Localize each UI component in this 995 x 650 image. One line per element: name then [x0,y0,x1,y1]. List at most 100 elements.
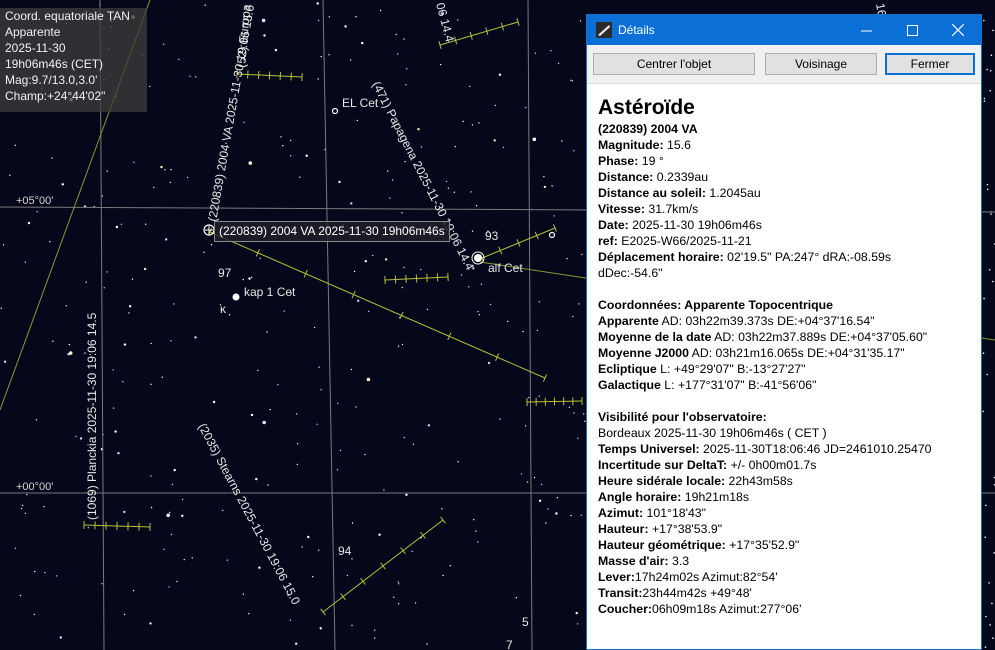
star [573,412,575,414]
star [203,251,205,253]
magnitude-row: Magnitude: 15.6 [598,138,691,152]
star [14,144,17,146]
info-time: 19h06m46s (CET) [5,57,104,71]
star [984,536,986,538]
star [290,139,292,142]
star [368,310,370,312]
star-near-93[interactable] [548,231,556,239]
star [384,258,388,261]
star [447,187,450,189]
va-track-label: (220839) 2004 VA 2025-11-30 19:06 15.6 [205,3,257,222]
azimuth-row: Azimut: 101°18'43" [598,506,707,520]
star [173,303,175,305]
star [561,140,563,142]
star [578,303,580,305]
star [328,16,330,18]
star [336,469,339,471]
maximize-button[interactable] [889,15,935,45]
star [3,360,7,363]
alf-cet-star[interactable] [474,254,482,262]
star [397,53,399,55]
track-tick [340,593,346,601]
star [397,603,400,605]
details-window[interactable]: Détails Centrer l'objet Voisinage Fermer… [586,14,982,650]
star [255,477,258,481]
neighborhood-button[interactable]: Voisinage [765,53,877,75]
star [259,257,261,260]
minimize-button[interactable] [843,15,889,45]
star [328,54,330,56]
star [163,548,165,550]
star [35,419,38,421]
close-window-button[interactable] [935,15,981,45]
star [87,527,90,529]
star [301,546,303,548]
label-93: 93 [485,229,499,243]
star [248,161,253,165]
star [115,225,119,229]
asteroid-marker[interactable] [203,224,215,236]
star [571,80,574,82]
star [242,593,245,595]
star [391,179,394,181]
star [538,301,540,303]
star [478,122,480,124]
star [61,183,64,186]
star [387,170,389,172]
star [473,519,475,521]
geo-altitude-row: Hauteur géométrique: +17°35'52.9" [598,538,800,552]
center-object-button[interactable]: Centrer l'objet [593,53,755,75]
star [274,48,278,52]
star [316,2,319,5]
star [568,406,571,408]
altitude-row: Hauteur: +17°38'53.9" [598,522,723,536]
star [991,602,993,605]
star [79,437,83,440]
star [575,611,578,615]
star [986,373,988,376]
star [355,16,357,18]
track-tick [380,562,386,570]
star [403,266,405,269]
star [989,624,991,626]
transit-row: Transit:23h44m42s +49°48' [598,586,752,600]
star [457,19,459,21]
rise-row: Lever:17h24m02s Azimut:82°54' [598,570,778,584]
star [471,230,474,232]
star [397,345,400,347]
window-titlebar[interactable]: Détails [587,15,981,45]
star [383,489,385,491]
star [168,586,170,588]
track-tick [440,516,446,524]
star [319,627,322,630]
label-97: 97 [218,266,232,280]
el-cet-star[interactable] [331,107,339,115]
star [986,183,989,186]
star [528,396,530,399]
star [161,376,163,378]
star [556,497,559,499]
star [489,303,492,306]
star [191,557,193,559]
star [551,185,553,187]
action-bar: Centrer l'objet Voisinage Fermer [587,45,981,84]
star [277,384,279,386]
star [990,213,992,215]
star [26,494,28,496]
star [555,512,558,515]
star [983,297,985,300]
label-5: 5 [522,615,529,629]
star [317,19,320,22]
kap-cet-star[interactable] [232,293,240,301]
close-button[interactable]: Fermer [885,53,975,75]
star [403,38,405,40]
star [427,424,431,427]
star [131,278,134,280]
star [153,186,155,189]
star [123,343,127,346]
star [106,170,108,172]
star [553,215,555,217]
star [59,636,62,639]
star [372,254,374,257]
star [420,146,423,148]
